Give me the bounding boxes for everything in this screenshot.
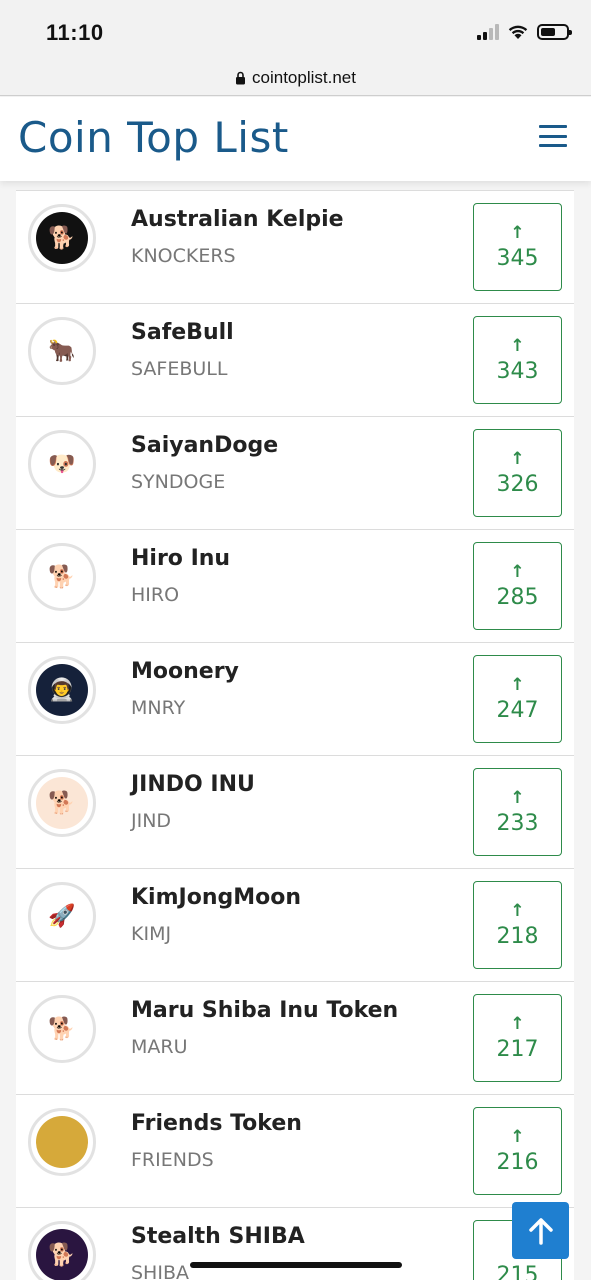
vote-count: 345 [496,245,539,271]
vote-button[interactable]: ↑ 218 [473,881,562,969]
site-logo-text[interactable]: Coin Top List [18,113,289,162]
vote-count: 218 [496,923,539,949]
status-bar: 11:10 [0,0,591,60]
vote-count: 217 [496,1036,539,1062]
vote-button[interactable]: ↑ 345 [473,203,562,291]
coin-symbol: MARU [131,1036,188,1058]
coin-symbol: KIMJ [131,923,172,945]
coin-name[interactable]: SafeBull [131,320,234,345]
vote-button[interactable]: ↑ 343 [473,316,562,404]
vote-count: 326 [496,471,539,497]
coin-row[interactable]: 🐶 SaiyanDoge SYNDOGE ↑ 326 [16,416,574,529]
coin-avatar: 🐶 [28,430,96,498]
coin-row[interactable]: 🚀 KimJongMoon KIMJ ↑ 218 [16,868,574,981]
coin-avatar: 🐕 [28,769,96,837]
coin-row[interactable]: 🐕 Hiro Inu HIRO ↑ 285 [16,529,574,642]
coin-avatar: 🐕 [28,995,96,1063]
vote-button[interactable]: ↑ 326 [473,429,562,517]
vote-count: 233 [496,810,539,836]
coin-symbol: SHIBA [131,1262,189,1280]
vote-count: 215 [496,1262,539,1280]
vote-button[interactable]: ↑ 217 [473,994,562,1082]
coin-name[interactable]: Friends Token [131,1111,302,1136]
bull-icon: 🐂 [36,325,88,377]
coin-symbol: HIRO [131,584,180,606]
coin-avatar: 🐕 [28,1221,96,1280]
site-header: Coin Top List [0,97,591,181]
arrow-up-icon: ↑ [510,900,525,921]
home-indicator [190,1262,402,1268]
coin-avatar: 🐂 [28,317,96,385]
battery-icon [537,24,572,40]
coin-symbol: FRIENDS [131,1149,214,1171]
dog-icon: 🐕 [36,212,88,264]
status-time: 11:10 [46,20,104,45]
shiba-face-icon: 🐕 [36,777,88,829]
coin-row[interactable]: 🐕 JINDO INU JIND ↑ 233 [16,755,574,868]
shiba-icon: 🐕 [36,1003,88,1055]
coin-name[interactable]: KimJongMoon [131,885,301,910]
coin-symbol: KNOCKERS [131,245,236,267]
arrow-up-icon: ↑ [510,787,525,808]
coin-symbol: SAFEBULL [131,358,228,380]
arrow-up-icon [528,1217,553,1245]
coin-symbol: MNRY [131,697,186,719]
vote-count: 285 [496,584,539,610]
url-text: cointoplist.net [252,67,356,87]
coin-name[interactable]: Moonery [131,659,239,684]
lock-icon [236,71,246,84]
coin-list: 🐕 Australian Kelpie KNOCKERS ↑ 345 🐂 SafeBull… [16,190,574,1280]
astronaut-icon: 👨‍🚀 [36,664,88,716]
coin-row[interactable]: 🐂 SafeBull SAFEBULL ↑ 343 [16,303,574,416]
hiro-inu-icon: 🐕 [36,551,88,603]
coin-name[interactable]: JINDO INU [131,772,255,797]
coin-avatar: 🚀 [28,882,96,950]
hamburger-menu-icon[interactable] [539,125,567,147]
vote-button[interactable]: ↑ 285 [473,542,562,630]
coin-name[interactable]: Hiro Inu [131,546,230,571]
rocket-icon: 🚀 [36,890,88,942]
vote-button[interactable]: ↑ 247 [473,655,562,743]
coin-row[interactable]: 🐕 Australian Kelpie KNOCKERS ↑ 345 [16,190,574,303]
status-icons [477,24,572,40]
coin-name[interactable]: SaiyanDoge [131,433,278,458]
arrow-up-icon: ↑ [510,1126,525,1147]
vote-button[interactable]: ↑ 216 [473,1107,562,1195]
arrow-up-icon: ↑ [510,1013,525,1034]
coin-row[interactable]: 👨‍🚀 Moonery MNRY ↑ 247 [16,642,574,755]
vote-button[interactable]: ↑ 233 [473,768,562,856]
coin-name[interactable]: Stealth SHIBA [131,1224,305,1249]
coin-avatar: 👨‍🚀 [28,656,96,724]
coin-avatar [28,1108,96,1176]
wifi-icon [508,25,528,39]
coin-avatar: 🐕 [28,543,96,611]
coin-name[interactable]: Australian Kelpie [131,207,344,232]
coin-row[interactable]: 🐕 Maru Shiba Inu Token MARU ↑ 217 [16,981,574,1094]
arrow-up-icon: ↑ [510,222,525,243]
cellular-signal-icon [477,24,499,40]
vote-count: 216 [496,1149,539,1175]
arrow-up-icon: ↑ [510,674,525,695]
stealth-shiba-icon: 🐕 [36,1229,88,1280]
gold-coin-icon [36,1116,88,1168]
vote-count: 343 [496,358,539,384]
coin-symbol: JIND [131,810,172,832]
browser-url-bar[interactable]: cointoplist.net [0,60,591,96]
coin-row[interactable]: 🐕Stealth SHIBASHIBA↑215 [16,1207,574,1280]
coin-name[interactable]: Maru Shiba Inu Token [131,998,398,1023]
coin-symbol: SYNDOGE [131,471,226,493]
scroll-to-top-button[interactable] [512,1202,569,1259]
arrow-up-icon: ↑ [510,561,525,582]
coin-row[interactable]: Friends Token FRIENDS ↑ 216 [16,1094,574,1207]
vote-count: 247 [496,697,539,723]
saiyan-doge-icon: 🐶 [36,438,88,490]
arrow-up-icon: ↑ [510,448,525,469]
coin-avatar: 🐕 [28,204,96,272]
arrow-up-icon: ↑ [510,335,525,356]
